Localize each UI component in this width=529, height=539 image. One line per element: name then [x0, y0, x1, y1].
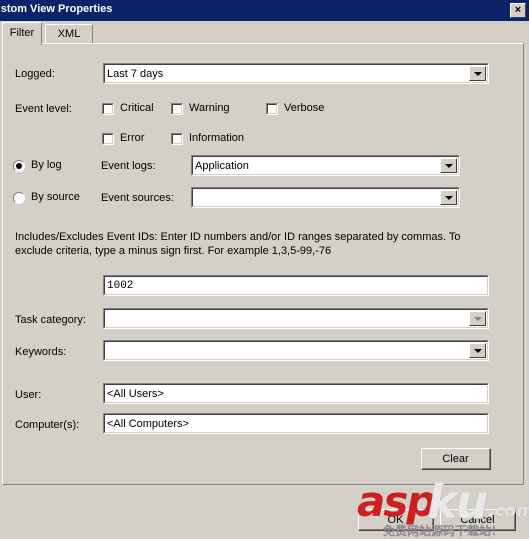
- cancel-button[interactable]: Cancel: [440, 509, 516, 531]
- title-bar: ustom View Properties ×: [0, 0, 529, 21]
- cancel-button-inner: Cancel: [441, 510, 515, 530]
- event-logs-dropdown-arrow-button[interactable]: [440, 158, 457, 173]
- radio-by-log-label: By log: [31, 159, 62, 171]
- chevron-down-icon: [473, 71, 482, 76]
- close-icon[interactable]: ×: [510, 3, 526, 18]
- cancel-button-label: Cancel: [460, 513, 495, 526]
- user-label: User:: [15, 389, 42, 401]
- event-ids-help-line-1: Includes/Excludes Event IDs: Enter ID nu…: [15, 231, 461, 243]
- chevron-down-icon: [473, 316, 482, 321]
- keywords-combobox[interactable]: [103, 340, 489, 361]
- radio-by-log-circle: [13, 160, 25, 172]
- task-category-combobox[interactable]: [103, 308, 489, 329]
- tab-strip: Filter XML: [0, 22, 529, 45]
- ok-button-label: OK: [387, 513, 404, 526]
- chevron-down-icon: [444, 163, 453, 168]
- logged-dropdown-arrow-button[interactable]: [469, 66, 486, 81]
- computers-input[interactable]: <All Computers>: [103, 413, 489, 434]
- clear-button[interactable]: Clear: [421, 448, 491, 470]
- event-logs-value: Application: [195, 159, 249, 172]
- keywords-combobox-inner: [104, 341, 488, 360]
- chevron-down-icon: [473, 348, 482, 353]
- event-level-label: Event level:: [15, 103, 72, 115]
- event-sources-combobox[interactable]: [191, 187, 460, 208]
- event-sources-dropdown-arrow-button[interactable]: [440, 190, 457, 205]
- task-category-combobox-inner: [104, 309, 488, 328]
- ok-button-inner: OK: [359, 510, 433, 530]
- event-sources-label: Event sources:: [101, 192, 174, 204]
- user-value: <All Users>: [107, 387, 164, 400]
- close-glyph: ×: [514, 4, 522, 16]
- event-ids-value: 1002: [107, 279, 134, 292]
- clear-button-label: Clear: [442, 452, 469, 465]
- checkbox-warning-box: [171, 103, 183, 115]
- event-sources-combobox-inner: [192, 188, 459, 207]
- event-logs-combobox[interactable]: Application: [191, 155, 460, 176]
- computers-label: Computer(s):: [15, 419, 80, 431]
- event-ids-help-text: Includes/Excludes Event IDs: Enter ID nu…: [15, 230, 510, 258]
- tab-xml-label: XML: [57, 28, 81, 40]
- tab-xml[interactable]: XML: [45, 24, 93, 44]
- checkbox-critical-label: Critical: [120, 102, 154, 114]
- ok-button[interactable]: OK: [358, 509, 434, 531]
- checkbox-error-box: [102, 133, 114, 145]
- checkbox-verbose-box: [266, 103, 278, 115]
- logged-label: Logged:: [15, 68, 55, 80]
- checkbox-verbose-label: Verbose: [284, 102, 325, 114]
- user-input[interactable]: <All Users>: [103, 383, 489, 404]
- custom-view-properties-window: ustom View Properties × Filter XML Logge…: [0, 0, 529, 539]
- radio-by-source-circle: [13, 192, 25, 204]
- event-ids-input[interactable]: 1002: [103, 275, 489, 296]
- checkbox-information-box: [171, 133, 183, 145]
- keywords-label: Keywords:: [15, 346, 67, 358]
- filter-tab-panel: Logged: Last 7 days Event level: Critica…: [2, 43, 524, 485]
- checkbox-error-label: Error: [120, 132, 145, 144]
- checkbox-information-label: Information: [189, 132, 245, 144]
- tab-filter-label: Filter: [9, 27, 35, 39]
- window-title: ustom View Properties: [0, 3, 113, 15]
- logged-value: Last 7 days: [107, 67, 164, 80]
- keywords-dropdown-arrow-button[interactable]: [469, 343, 486, 358]
- checkbox-critical-box: [102, 103, 114, 115]
- tab-filter[interactable]: Filter: [2, 22, 42, 45]
- event-logs-label: Event logs:: [101, 160, 156, 172]
- event-ids-input-inner: [104, 276, 488, 295]
- chevron-down-icon: [444, 195, 453, 200]
- task-category-label: Task category:: [15, 314, 86, 326]
- event-ids-help-line-2: exclude criteria, type a minus sign firs…: [15, 245, 332, 257]
- checkbox-warning-label: Warning: [189, 102, 230, 114]
- radio-by-source-label: By source: [31, 191, 80, 203]
- task-category-dropdown-arrow-button[interactable]: [469, 311, 486, 326]
- computers-value: <All Computers>: [107, 417, 189, 430]
- clear-button-inner: Clear: [422, 449, 490, 469]
- logged-combobox[interactable]: Last 7 days: [103, 63, 489, 84]
